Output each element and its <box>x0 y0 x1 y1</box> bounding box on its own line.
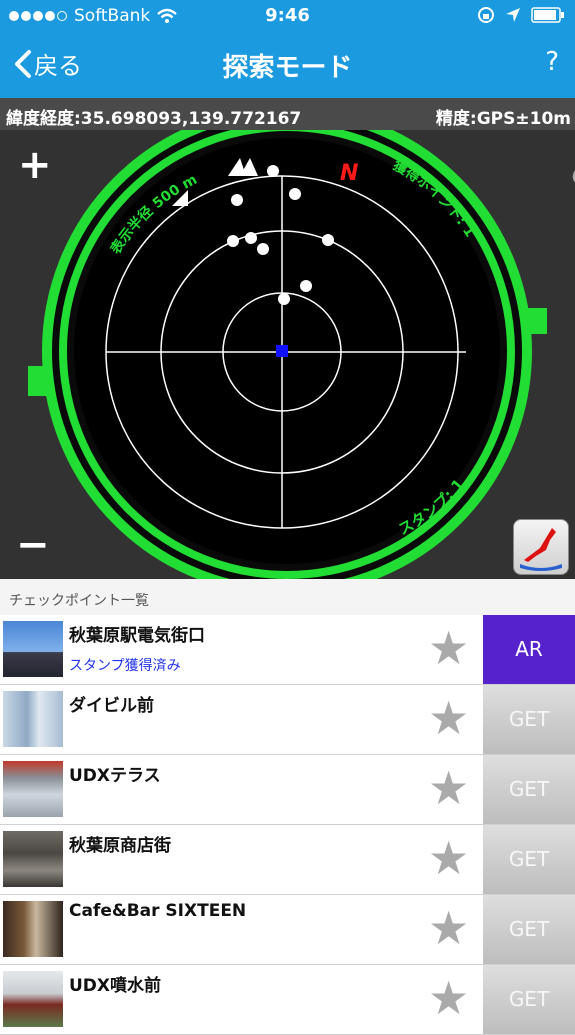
checkpoint-thumbnail <box>3 971 63 1027</box>
location-arrow-icon <box>506 8 520 22</box>
checkpoint-list-header: チェックポイント一覧 <box>0 579 575 615</box>
japan-map-icon <box>520 528 562 571</box>
checkpoint-dot <box>257 243 269 255</box>
radar-display: 表示半径 500 m 獲得ポイント: 150 スタンプ: 1 N <box>0 130 547 579</box>
north-label: N <box>340 161 358 186</box>
checkpoint-dot <box>267 165 279 177</box>
checkpoint-name: UDX噴水前 <box>69 976 162 996</box>
checkpoint-list: 秋葉原駅電気街口 スタンプ獲得済み ★ AR ダイビル前 ★ GET UDXテラ… <box>0 615 575 1035</box>
list-item[interactable]: ダイビル前 ★ GET <box>0 685 575 755</box>
radar-panel[interactable]: 表示半径 500 m 獲得ポイント: 150 スタンプ: 1 N + − <box>0 130 575 579</box>
list-item[interactable]: UDX噴水前 ★ GET <box>0 965 575 1035</box>
get-button[interactable]: GET <box>483 825 575 894</box>
favorite-star-icon[interactable]: ★ <box>428 625 469 671</box>
checkpoint-dot <box>245 232 257 244</box>
zoom-in-button[interactable]: + <box>18 142 52 188</box>
battery-icon <box>531 7 564 23</box>
current-position-marker <box>276 345 288 357</box>
checkpoint-thumbnail <box>3 831 63 887</box>
list-item[interactable]: 秋葉原駅電気街口 スタンプ獲得済み ★ AR <box>0 615 575 685</box>
zoom-out-button[interactable]: − <box>16 522 50 568</box>
help-button[interactable]: ? <box>545 47 559 77</box>
status-bar: SoftBank 9:46 <box>0 0 575 32</box>
list-item[interactable]: UDXテラス ★ GET <box>0 755 575 825</box>
checkpoint-thumbnail <box>3 761 63 817</box>
favorite-star-icon[interactable]: ★ <box>428 905 469 951</box>
get-button[interactable]: GET <box>483 895 575 964</box>
coordinates-bar: 緯度経度:35.698093,139.772167 精度:GPS±10m <box>0 98 575 130</box>
checkpoint-name: 秋葉原駅電気街口 <box>69 626 205 646</box>
checkpoint-dot <box>289 188 301 200</box>
favorite-star-icon[interactable]: ★ <box>428 835 469 881</box>
checkpoint-thumbnail <box>3 621 63 677</box>
get-button[interactable]: GET <box>483 685 575 754</box>
status-right <box>477 6 565 24</box>
favorite-star-icon[interactable]: ★ <box>428 695 469 741</box>
checkpoint-dot <box>278 293 290 305</box>
navigation-bar: 戻る 探索モード ? <box>0 32 575 98</box>
checkpoint-dot <box>300 280 312 292</box>
checkpoint-status: スタンプ獲得済み <box>69 658 181 674</box>
checkpoint-dot <box>231 194 243 206</box>
get-button[interactable]: GET <box>483 755 575 824</box>
favorite-star-icon[interactable]: ★ <box>428 975 469 1021</box>
checkpoint-name: Cafe&Bar SIXTEEN <box>69 901 247 921</box>
ar-button[interactable]: AR <box>483 615 575 684</box>
list-item[interactable]: 秋葉原商店街 ★ GET <box>0 825 575 895</box>
checkpoint-name: 秋葉原商店街 <box>69 836 171 856</box>
list-item[interactable]: Cafe&Bar SIXTEEN ★ GET <box>0 895 575 965</box>
checkpoint-dot <box>227 235 239 247</box>
list-header-label: チェックポイント一覧 <box>9 593 149 609</box>
accuracy-text: 精度:GPS±10m <box>435 109 571 129</box>
japan-map-button[interactable] <box>513 519 569 575</box>
checkpoint-thumbnail <box>3 901 63 957</box>
checkpoint-thumbnail <box>3 691 63 747</box>
favorite-star-icon[interactable]: ★ <box>428 765 469 811</box>
latlng-text: 緯度経度:35.698093,139.772167 <box>6 109 302 129</box>
checkpoint-name: ダイビル前 <box>69 696 154 716</box>
page-title: 探索モード <box>222 53 353 83</box>
paperclip-icon <box>572 170 575 183</box>
checkpoint-name: UDXテラス <box>69 766 161 786</box>
checkpoint-dot <box>322 234 334 246</box>
rotation-lock-icon <box>478 7 494 23</box>
